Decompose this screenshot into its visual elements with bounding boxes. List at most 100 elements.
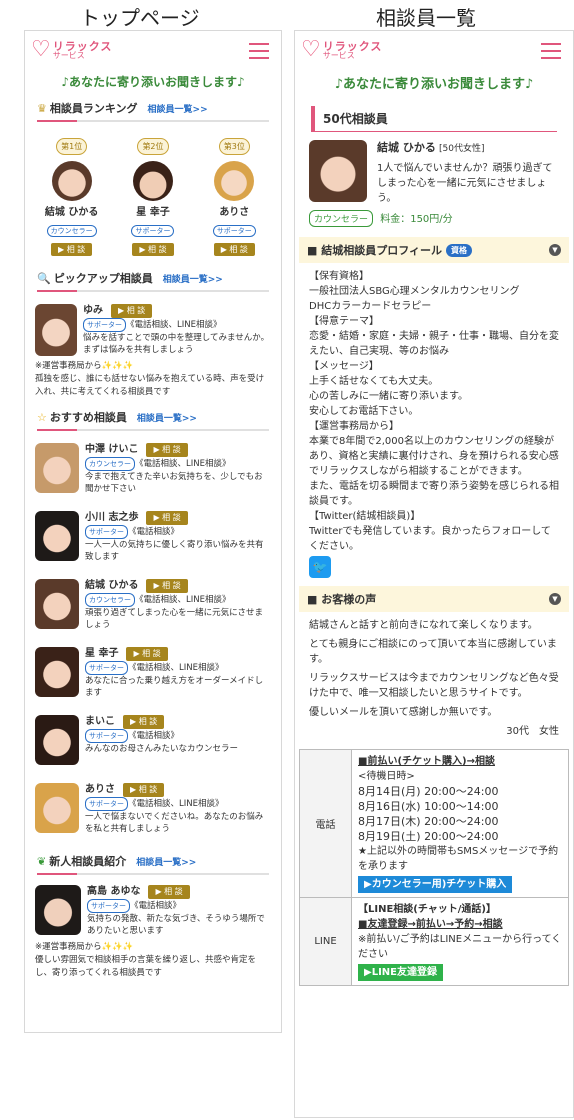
consult-button[interactable]: ▶ 相 談 [146,511,188,525]
role-badge: カウンセラー [85,457,135,471]
pickup-item[interactable]: ゆみ ▶ 相 談 サポーター 《電話相談、LINE相談》 悩みを話すことで頭の中を整… [25,300,281,360]
rank-item[interactable]: 第2位 星 幸子 サポーター ▶ 相 談 [117,134,189,256]
voice-author: 30代 女性 [506,726,559,737]
top-page-screen: ♡ リラックス サービス ♪あなたに寄り添いお聞きします♪ ♛ 相談員ランキング 相談… [24,30,282,1033]
header: ♡ リラックス サービス [295,31,573,71]
consult-type: 《電話相談》 [128,527,180,537]
profile-line: 一般社団法人SBG心理メンタルカウンセリング [309,286,520,297]
line-label: LINE [299,897,352,986]
recommend-item[interactable]: 星 幸子 ▶ 相 談 サポーター 《電話相談、LINE相談》 あなたに合った乗り越え… [25,643,281,711]
office-note: 孤独を感じ、誰にも話せない悩みを抱えている時、声を受け入れ、共に考えてくれる相談… [35,374,265,397]
counselor-desc: 悩みを話すことで頭の中を整理してみませんか。まずは悩みを共有しましょう [83,333,270,355]
recommend-item[interactable]: 中澤 けいこ ▶ 相 談 カウンセラー 《電話相談、LINE相談》 今まで抱えてきた… [25,439,281,507]
hamburger-menu-icon[interactable] [249,43,269,59]
rank-item[interactable]: 第1位 結城 ひかる カウンセラー ▶ 相 談 [36,134,108,256]
logo-sub: サービス [322,50,355,60]
newcomer-item[interactable]: 高島 あゆな ▶ 相 談 サポーター 《電話相談》 気持ちの発散、新たな気づき、そう… [25,881,281,941]
consult-button[interactable]: ▶ 相 談 [146,579,188,593]
category-title: 50代相談員 [311,106,557,132]
logo-text: リラックス [52,39,113,53]
counselor-name: まいこ [85,716,115,727]
counselor-name: 小川 志之歩 [85,512,139,523]
office-note-label: ※運営事務局から✨✨✨ [35,942,134,952]
profile-line: 【Twitter(結城相談員)】 [309,511,421,522]
profile-header[interactable]: ■ 結城相談員プロフィール 資格 ▼ [299,237,569,263]
heart-logo-icon: ♡ [31,37,51,62]
qualification-badge: 資格 [446,243,473,257]
ranking-list-link[interactable]: 相談員一覧>> [148,102,208,115]
counselor-desc: みんなのお母さんみたいなカウンセラー [85,744,239,754]
pickup-list-link[interactable]: 相談員一覧>> [163,272,223,285]
profile-line: 【得意テーマ】 [309,316,379,327]
line-note: ※前払い/ご予約はLINEメニューから行ってください [358,934,562,960]
logo[interactable]: ♡ リラックス サービス [301,39,382,61]
profile-line: 【運営事務局から】 [309,421,399,432]
consult-button[interactable]: ▶ 相 談 [148,885,190,899]
hamburger-menu-icon[interactable] [541,43,561,59]
time-slot: 8月17日(木) 20:00～24:00 [358,815,499,828]
consult-button[interactable]: ▶ 相 談 [123,783,165,797]
right-heading: 相談員一覧 [376,6,476,30]
consult-type: 《電話相談》 [130,901,182,911]
consult-button[interactable]: ▶ 相 談 [111,304,153,318]
time-slot: 8月14日(月) 20:00～24:00 [358,785,499,798]
role-badge: カウンセラー [85,593,135,607]
consult-type: 《電話相談、LINE相談》 [135,459,231,469]
consult-type: 《電話相談、LINE相談》 [135,595,231,605]
avatar [35,715,79,765]
office-note-label: ※運営事務局から✨✨✨ [35,361,134,371]
consult-type: 《電話相談、LINE相談》 [128,799,224,809]
consult-button[interactable]: ▶ 相 談 [126,647,168,661]
recommend-list: 中澤 けいこ ▶ 相 談 カウンセラー 《電話相談、LINE相談》 今まで抱えてきた… [25,439,281,847]
role-badge: カウンセラー [309,210,374,227]
profile-line: Twitterでも発信しています。良かったらフォローしてください。 [309,526,551,552]
voice-header[interactable]: ■ お客様の声 ▼ [299,586,569,612]
consult-type: 《電話相談、LINE相談》 [126,320,222,330]
phone-note: ★上記以外の時間帯もSMSメッセージで予約を承ります [358,846,559,872]
recommend-item[interactable]: 小川 志之歩 ▶ 相 談 サポーター 《電話相談》 一人一人の気持ちに優しく寄り添い… [25,507,281,575]
counselor-desc: 頑張り過ぎてしまった心を一緒に元気にさせましょう [85,608,263,630]
chevron-down-icon[interactable]: ▼ [549,593,561,605]
counselor-name: 結城 ひかる [85,580,139,591]
rank-name: 結城 ひかる [44,207,99,218]
rank-medal: 第3位 [218,138,250,155]
recommend-item[interactable]: まいこ ▶ 相 談 サポーター 《電話相談》 みんなのお母さんみたいなカウンセラー [25,711,281,779]
profile-line: また、電話を切る瞬間まで寄り添う姿勢を感じられる相談員です。 [309,481,559,507]
profile-line: 上手く話せなくても大丈夫。 [309,376,439,387]
consult-button[interactable]: ▶ 相 談 [146,443,188,457]
counselor-intro: 1人で悩んでいませんか？頑張り過ぎてしまった心を一緒に元気にさせましょう。 [377,163,553,204]
line-friend-button[interactable]: ▶LINE友達登録 [358,964,443,981]
profile-line: 【メッセージ】 [309,361,379,372]
recommend-item[interactable]: ありさ ▶ 相 談 サポーター 《電話相談、LINE相談》 一人で悩まないでください… [25,779,281,847]
profile-line: 心の苦しみに一緒に寄り添います。 [309,391,468,402]
consult-button[interactable]: ▶ 相 談 [51,243,93,256]
avatar [35,511,79,561]
twitter-icon[interactable]: 🐦 [295,554,573,580]
voice-line: リラックスサービスは今までカウンセリングなど色々受けた中で、唯一又相談したいと思… [309,673,559,699]
counselor-desc: 今まで抱えてきた辛いお気持ちを、少しでもお聞かせ下さい [85,472,263,494]
counselor-name: 結城 ひかる [377,141,436,154]
ticket-buy-button[interactable]: ▶カウンセラー用)チケット購入 [358,876,513,893]
counselor-desc: 気持ちの発散、新たな気づき、そうゆう場所でありたいと思います [87,914,265,936]
consult-button[interactable]: ▶ 相 談 [132,243,174,256]
office-note: 優しい雰囲気で相談相手の言葉を繰り返し、共感や肯定をし、寄り添ってくれる相談員で… [35,955,257,978]
role-badge: サポーター [85,525,128,539]
pickup-section-title: 🔍 ピックアップ相談員 相談員一覧>> [37,270,269,292]
counselor-age: [50代女性] [439,144,485,154]
recommend-list-link[interactable]: 相談員一覧>> [137,411,197,424]
consult-button[interactable]: ▶ 相 談 [213,243,255,256]
counselor-desc: あなたに合った乗り越え方をオーダーメイドします [85,676,264,698]
rank-item[interactable]: 第3位 ありさ サポーター ▶ 相 談 [198,134,270,256]
role-badge: サポーター [87,899,130,913]
counselor-name: ゆみ [83,305,103,316]
newcomer-list-link[interactable]: 相談員一覧>> [136,855,196,868]
logo[interactable]: ♡ リラックス サービス [31,39,112,61]
chevron-down-icon[interactable]: ▼ [549,244,561,256]
logo-text: リラックス [322,39,383,53]
consult-button[interactable]: ▶ 相 談 [123,715,165,729]
role-badge: カウンセラー [46,225,97,237]
newcomer-section-title: ❦ 新人相談員紹介 相談員一覧>> [37,853,269,875]
logo-sub: サービス [52,50,85,60]
profile-line: 本業で8年間で2,000名以上のカウンセリングの経験があり、資格と実績に裏付けさ… [309,436,559,477]
recommend-item[interactable]: 結城 ひかる ▶ 相 談 カウンセラー 《電話相談、LINE相談》 頑張り過ぎてしま… [25,575,281,643]
